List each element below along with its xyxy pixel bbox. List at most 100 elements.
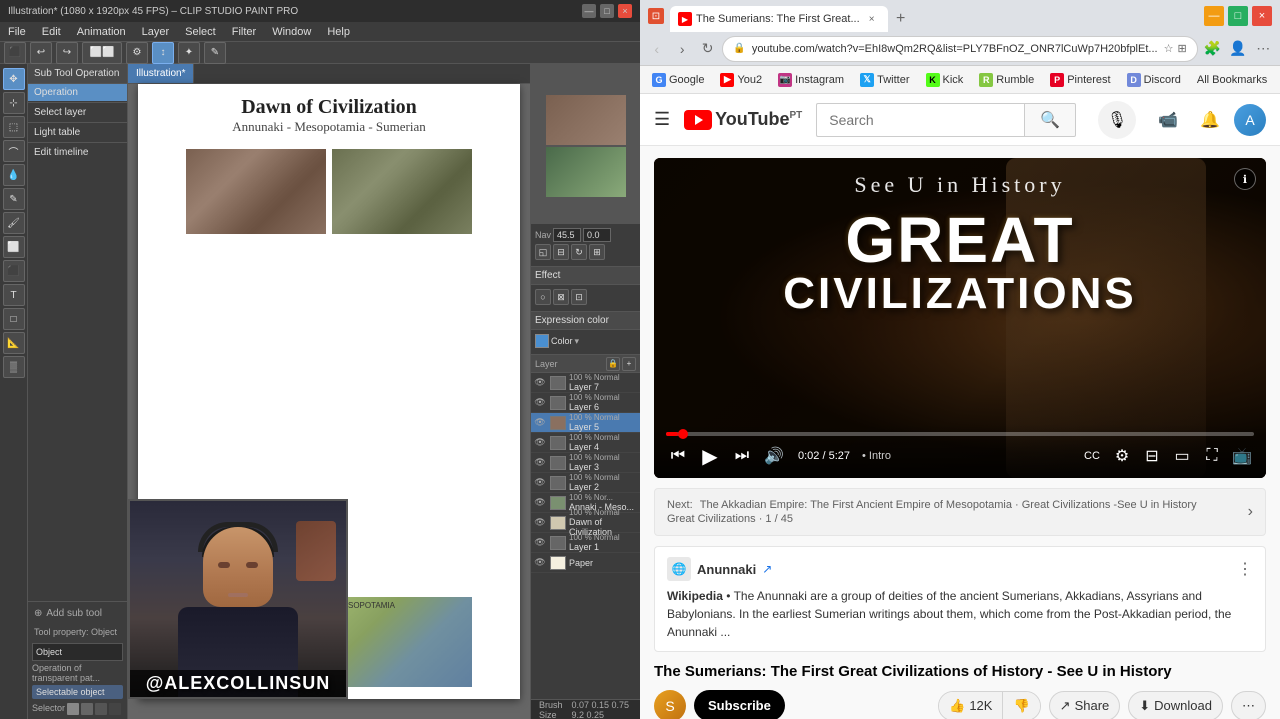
tool-operation[interactable]: ✥ xyxy=(3,68,25,90)
yt-hamburger-icon[interactable]: ☰ xyxy=(654,109,670,130)
layer-7-eye[interactable]: 👁 xyxy=(533,376,547,390)
csp-maximize-btn[interactable]: □ xyxy=(600,4,614,18)
layer-row-3[interactable]: 👁 100 % Normal Layer 3 xyxy=(531,453,640,473)
sub-tool-operation[interactable]: Operation xyxy=(28,84,127,101)
menu-filter[interactable]: Filter xyxy=(228,26,260,38)
layer-row-paper[interactable]: 👁 Paper xyxy=(531,553,640,573)
selector-color-4[interactable] xyxy=(109,703,121,715)
browser-close-btn[interactable]: × xyxy=(1252,6,1272,26)
menu-layer[interactable]: Layer xyxy=(138,26,174,38)
browser-refresh-btn[interactable]: ↻ xyxy=(697,37,718,61)
subtitles-btn[interactable]: CC xyxy=(1080,444,1104,468)
layer-row-dawn[interactable]: 👁 100 % Normal Dawn of Civilization xyxy=(531,513,640,533)
theater-btn[interactable]: ▭ xyxy=(1170,444,1194,468)
bookmark-instagram[interactable]: 📷 Instagram xyxy=(772,71,850,89)
menu-file[interactable]: File xyxy=(4,26,30,38)
browser-settings-btn[interactable]: ⋯ xyxy=(1253,37,1274,61)
yt-search-input[interactable] xyxy=(816,103,1024,137)
layer-row-6[interactable]: 👁 100 % Normal Layer 6 xyxy=(531,393,640,413)
yt-search-btn[interactable]: 🔍 xyxy=(1024,103,1076,137)
play-pause-btn[interactable]: ▶ xyxy=(698,444,722,468)
bookmark-star-icon[interactable]: ☆ xyxy=(1164,42,1174,55)
bookmark-pinterest[interactable]: P Pinterest xyxy=(1044,71,1116,89)
layer-6-eye[interactable]: 👁 xyxy=(533,396,547,410)
bookmark-rumble[interactable]: R Rumble xyxy=(973,71,1040,89)
yt-notifications-btn[interactable]: 🔔 xyxy=(1192,102,1228,138)
selector-color-2[interactable] xyxy=(81,703,93,715)
fullscreen-btn[interactable]: ⛶ xyxy=(1200,444,1224,468)
tool-lasso[interactable]: ⌒ xyxy=(3,140,25,162)
layer-2-eye[interactable]: 👁 xyxy=(533,476,547,490)
dawn-eye[interactable]: 👁 xyxy=(533,516,547,530)
yt-mic-btn[interactable]: 🎙 xyxy=(1098,101,1136,139)
effect-btn-1[interactable]: ○ xyxy=(535,289,551,305)
layer-row-2[interactable]: 👁 100 % Normal Layer 2 xyxy=(531,473,640,493)
tool-brush[interactable]: 🖌 xyxy=(3,212,25,234)
yt-upload-btn[interactable]: 📹 xyxy=(1150,102,1186,138)
tool-ruler[interactable]: 📐 xyxy=(3,332,25,354)
skip-back-btn[interactable]: ⏮ xyxy=(666,444,690,468)
layer-row-1[interactable]: 👁 100 % Normal Layer 1 xyxy=(531,533,640,553)
browser-minimize-btn[interactable]: — xyxy=(1204,6,1224,26)
menu-edit[interactable]: Edit xyxy=(38,26,65,38)
x-value[interactable]: 45.5 xyxy=(553,228,581,242)
layer-row-5[interactable]: 👁 100 % Normal Layer 5 xyxy=(531,413,640,433)
layer-row-4[interactable]: 👁 100 % Normal Layer 4 xyxy=(531,433,640,453)
props-icon-2[interactable]: ⊟ xyxy=(553,244,569,260)
menu-help[interactable]: Help xyxy=(323,26,354,38)
settings-btn[interactable]: ⚙ xyxy=(1110,444,1134,468)
layer-add-btn[interactable]: + xyxy=(622,357,636,371)
layer-5-eye[interactable]: 👁 xyxy=(533,416,547,430)
miniplayer-btn[interactable]: ⊟ xyxy=(1140,444,1164,468)
yt-more-btn[interactable]: ⋯ xyxy=(1231,691,1266,719)
props-icon-3[interactable]: ↻ xyxy=(571,244,587,260)
menu-select[interactable]: Select xyxy=(181,26,220,38)
canvas-tab-illustration[interactable]: Illustration* xyxy=(128,64,194,83)
sub-tool-light-table[interactable]: Light table xyxy=(28,124,127,141)
yt-dislike-btn[interactable]: 👎 xyxy=(1003,692,1039,719)
cast-btn[interactable]: 📺 xyxy=(1230,444,1254,468)
selector-color-3[interactable] xyxy=(95,703,107,715)
toolbar-btn-4[interactable]: ⬜⬜ xyxy=(82,42,122,64)
browser-profile-btn[interactable]: 👤 xyxy=(1227,37,1248,61)
browser-active-tab[interactable]: ▶ The Sumerians: The First Great... × xyxy=(670,6,888,32)
tool-fill[interactable]: ⬛ xyxy=(3,260,25,282)
effect-btn-3[interactable]: ⊡ xyxy=(571,289,587,305)
color-swatch[interactable] xyxy=(535,334,549,348)
subscribe-btn[interactable]: Subscribe xyxy=(694,690,785,719)
layer-row-7[interactable]: 👁 100 % Normal Layer 7 xyxy=(531,373,640,393)
bookmark-kick[interactable]: K Kick xyxy=(920,71,970,89)
bookmark-youtube2[interactable]: ▶ You2 xyxy=(714,71,768,89)
info-circle-btn[interactable]: ℹ xyxy=(1234,168,1256,190)
layer-4-eye[interactable]: 👁 xyxy=(533,436,547,450)
toolbar-btn-7[interactable]: ✎ xyxy=(204,42,226,64)
tool-pen[interactable]: ✎ xyxy=(3,188,25,210)
bookmark-twitter[interactable]: 𝕏 Twitter xyxy=(854,71,915,89)
operation-transparent-label[interactable]: Operation of transparent pat... xyxy=(32,663,123,683)
yt-user-avatar[interactable]: A xyxy=(1234,104,1266,136)
browser-maximize-btn[interactable]: □ xyxy=(1228,6,1248,26)
tool-eraser[interactable]: ⬜ xyxy=(3,236,25,258)
props-icon-1[interactable]: ◱ xyxy=(535,244,551,260)
tool-shape[interactable]: □ xyxy=(3,308,25,330)
toolbar-btn-3[interactable]: ↪ xyxy=(56,42,78,64)
tool-select[interactable]: ⬚ xyxy=(3,116,25,138)
yt-download-btn[interactable]: ⬇ Download xyxy=(1128,691,1223,719)
toolbar-btn-2[interactable]: ↩ xyxy=(30,42,52,64)
selector-color-1[interactable] xyxy=(67,703,79,715)
bookmark-all[interactable]: All Bookmarks xyxy=(1191,72,1273,88)
yt-channel-avatar[interactable]: S xyxy=(654,690,686,719)
add-sub-tool-btn[interactable]: ⊕ Add sub tool xyxy=(32,606,123,621)
browser-forward-btn[interactable]: › xyxy=(671,37,692,61)
yt-info-more-options-btn[interactable]: ⋮ xyxy=(1237,559,1253,579)
browser-back-btn[interactable]: ‹ xyxy=(646,37,667,61)
menu-window[interactable]: Window xyxy=(268,26,315,38)
paper-eye[interactable]: 👁 xyxy=(533,556,547,570)
yt-info-source-name[interactable]: Anunnaki xyxy=(697,562,756,577)
selectable-obj-btn[interactable]: Selectable object xyxy=(32,685,123,699)
browser-address-bar[interactable]: 🔒 youtube.com/watch?v=EhI8wQm2RQ&list=PL… xyxy=(722,36,1197,62)
layer-3-eye[interactable]: 👁 xyxy=(533,456,547,470)
yt-like-btn[interactable]: 👍 12K xyxy=(939,692,1003,719)
toolbar-btn-5[interactable]: ⚙ xyxy=(126,42,148,64)
browser-extensions-btn[interactable]: 🧩 xyxy=(1202,37,1223,61)
